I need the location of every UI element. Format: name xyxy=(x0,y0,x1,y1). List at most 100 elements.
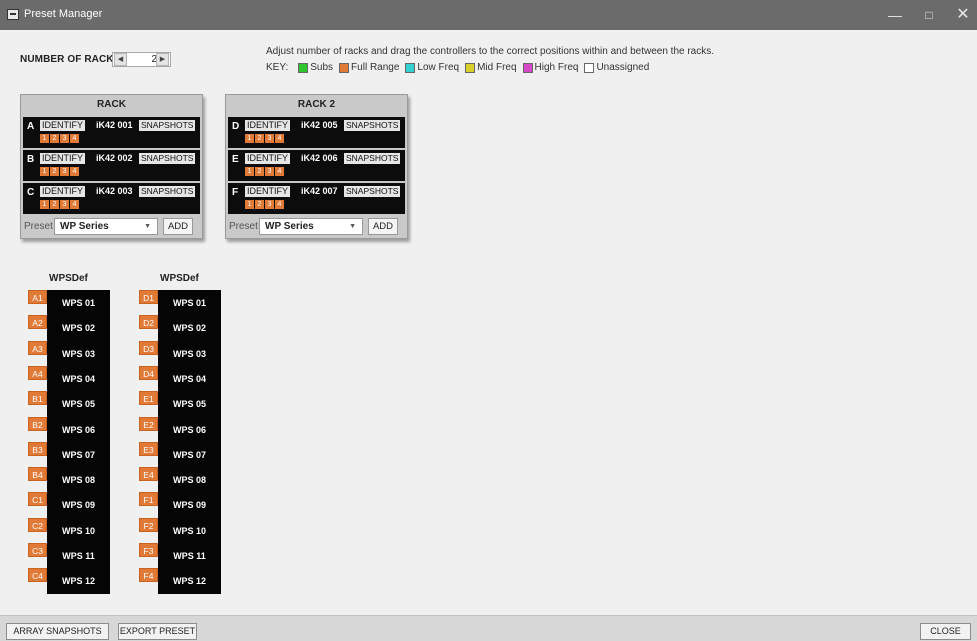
preset-slot-tag[interactable]: E2 xyxy=(139,416,158,431)
rack-slot[interactable]: F IDENTIFY iK42 007 SNAPSHOTS 1 2 3 4 xyxy=(228,183,405,214)
snapshots-button[interactable]: SNAPSHOTS xyxy=(344,153,401,164)
channel-box[interactable]: 2 xyxy=(50,200,59,209)
preset-row[interactable]: WPS 05 xyxy=(158,391,221,416)
preset-select[interactable]: WP Series ▼ xyxy=(259,218,363,235)
preset-slot-tag[interactable]: B1 xyxy=(28,391,47,406)
channel-box[interactable]: 3 xyxy=(265,167,274,176)
rack-slot[interactable]: B IDENTIFY iK42 002 SNAPSHOTS 1 2 3 4 xyxy=(23,150,200,181)
rack-slot[interactable]: C IDENTIFY iK42 003 SNAPSHOTS 1 2 3 4 xyxy=(23,183,200,214)
channel-box[interactable]: 1 xyxy=(245,134,254,143)
preset-slot-tag[interactable]: C4 xyxy=(28,568,47,583)
preset-slot-tag[interactable]: D3 xyxy=(139,340,158,355)
preset-select[interactable]: WP Series ▼ xyxy=(54,218,158,235)
preset-slot-tag[interactable]: F4 xyxy=(139,568,158,583)
channel-box[interactable]: 2 xyxy=(50,134,59,143)
preset-slot-tag[interactable]: C3 xyxy=(28,543,47,557)
increment-arrow-icon[interactable]: ▶ xyxy=(156,53,169,66)
preset-row[interactable]: WPS 11 xyxy=(47,543,110,568)
channel-box[interactable]: 3 xyxy=(265,200,274,209)
preset-slot-tag[interactable]: A1 xyxy=(28,290,47,304)
channel-box[interactable]: 4 xyxy=(70,167,79,176)
identify-button[interactable]: IDENTIFY xyxy=(245,153,291,164)
channel-box[interactable]: 4 xyxy=(70,200,79,209)
export-preset-button[interactable]: EXPORT PRESET xyxy=(118,623,197,640)
preset-slot-tag[interactable]: C1 xyxy=(28,492,47,507)
preset-slot-tag[interactable]: F1 xyxy=(139,492,158,507)
identify-button[interactable]: IDENTIFY xyxy=(40,153,86,164)
preset-slot-tag[interactable]: E1 xyxy=(139,391,158,406)
channel-box[interactable]: 1 xyxy=(40,134,49,143)
preset-slot-tag[interactable]: A4 xyxy=(28,365,47,380)
preset-slot-tag[interactable]: A3 xyxy=(28,340,47,355)
channel-box[interactable]: 1 xyxy=(245,200,254,209)
preset-row[interactable]: WPS 12 xyxy=(47,568,110,593)
preset-row[interactable]: WPS 07 xyxy=(158,442,221,467)
preset-row[interactable]: WPS 08 xyxy=(47,467,110,492)
close-icon[interactable]: ✕ xyxy=(946,0,977,30)
channel-box[interactable]: 3 xyxy=(265,134,274,143)
preset-row[interactable]: WPS 08 xyxy=(158,467,221,492)
preset-slot-tag[interactable]: B3 xyxy=(28,441,47,456)
minimize-icon[interactable]: — xyxy=(878,0,912,30)
preset-slot-tag[interactable]: E4 xyxy=(139,467,158,482)
preset-slot-tag[interactable]: F3 xyxy=(139,543,158,557)
channel-box[interactable]: 4 xyxy=(275,200,284,209)
rack-slot[interactable]: E IDENTIFY iK42 006 SNAPSHOTS 1 2 3 4 xyxy=(228,150,405,181)
preset-slot-tag[interactable]: D2 xyxy=(139,315,158,330)
preset-slot-tag[interactable]: D1 xyxy=(139,290,158,304)
preset-row[interactable]: WPS 05 xyxy=(47,391,110,416)
snapshots-button[interactable]: SNAPSHOTS xyxy=(139,120,196,131)
identify-button[interactable]: IDENTIFY xyxy=(245,120,291,131)
preset-row[interactable]: WPS 04 xyxy=(47,366,110,391)
preset-row[interactable]: WPS 10 xyxy=(158,518,221,543)
rack-slot[interactable]: D IDENTIFY iK42 005 SNAPSHOTS 1 2 3 4 xyxy=(228,117,405,148)
identify-button[interactable]: IDENTIFY xyxy=(245,186,291,197)
channel-box[interactable]: 1 xyxy=(40,167,49,176)
preset-slot-tag[interactable]: A2 xyxy=(28,315,47,330)
preset-row[interactable]: WPS 02 xyxy=(158,315,221,340)
preset-row[interactable]: WPS 12 xyxy=(158,568,221,593)
channel-box[interactable]: 2 xyxy=(255,167,264,176)
chevron-down-icon[interactable]: ▼ xyxy=(144,219,151,234)
preset-row[interactable]: WPS 01 xyxy=(47,290,110,315)
array-snapshots-button[interactable]: ARRAY SNAPSHOTS xyxy=(6,623,109,640)
preset-slot-tag[interactable]: E3 xyxy=(139,441,158,456)
add-button[interactable]: ADD xyxy=(163,218,193,235)
identify-button[interactable]: IDENTIFY xyxy=(40,120,86,131)
preset-slot-tag[interactable]: B4 xyxy=(28,467,47,482)
channel-box[interactable]: 4 xyxy=(70,134,79,143)
number-of-racks-spinner[interactable]: ◀ 2 ▶ xyxy=(112,52,171,67)
channel-box[interactable]: 3 xyxy=(60,200,69,209)
channel-box[interactable]: 1 xyxy=(40,200,49,209)
identify-button[interactable]: IDENTIFY xyxy=(40,186,86,197)
preset-row[interactable]: WPS 01 xyxy=(158,290,221,315)
rack-slot[interactable]: A IDENTIFY iK42 001 SNAPSHOTS 1 2 3 4 xyxy=(23,117,200,148)
decrement-arrow-icon[interactable]: ◀ xyxy=(114,53,127,66)
preset-row[interactable]: WPS 09 xyxy=(47,492,110,517)
channel-box[interactable]: 1 xyxy=(245,167,254,176)
snapshots-button[interactable]: SNAPSHOTS xyxy=(139,153,196,164)
maximize-icon[interactable]: □ xyxy=(912,0,946,30)
chevron-down-icon[interactable]: ▼ xyxy=(349,219,356,234)
preset-row[interactable]: WPS 09 xyxy=(158,492,221,517)
preset-row[interactable]: WPS 10 xyxy=(47,518,110,543)
add-button[interactable]: ADD xyxy=(368,218,398,235)
preset-slot-tag[interactable]: D4 xyxy=(139,365,158,380)
channel-box[interactable]: 2 xyxy=(255,200,264,209)
preset-row[interactable]: WPS 06 xyxy=(158,417,221,442)
preset-slot-tag[interactable]: F2 xyxy=(139,517,158,532)
channel-box[interactable]: 4 xyxy=(275,134,284,143)
channel-box[interactable]: 2 xyxy=(255,134,264,143)
channel-box[interactable]: 3 xyxy=(60,134,69,143)
preset-slot-tag[interactable]: C2 xyxy=(28,517,47,532)
snapshots-button[interactable]: SNAPSHOTS xyxy=(139,186,196,197)
preset-row[interactable]: WPS 07 xyxy=(47,442,110,467)
preset-row[interactable]: WPS 06 xyxy=(47,417,110,442)
channel-box[interactable]: 3 xyxy=(60,167,69,176)
channel-box[interactable]: 4 xyxy=(275,167,284,176)
preset-row[interactable]: WPS 03 xyxy=(47,341,110,366)
snapshots-button[interactable]: SNAPSHOTS xyxy=(344,186,401,197)
preset-row[interactable]: WPS 11 xyxy=(158,543,221,568)
snapshots-button[interactable]: SNAPSHOTS xyxy=(344,120,401,131)
preset-row[interactable]: WPS 04 xyxy=(158,366,221,391)
